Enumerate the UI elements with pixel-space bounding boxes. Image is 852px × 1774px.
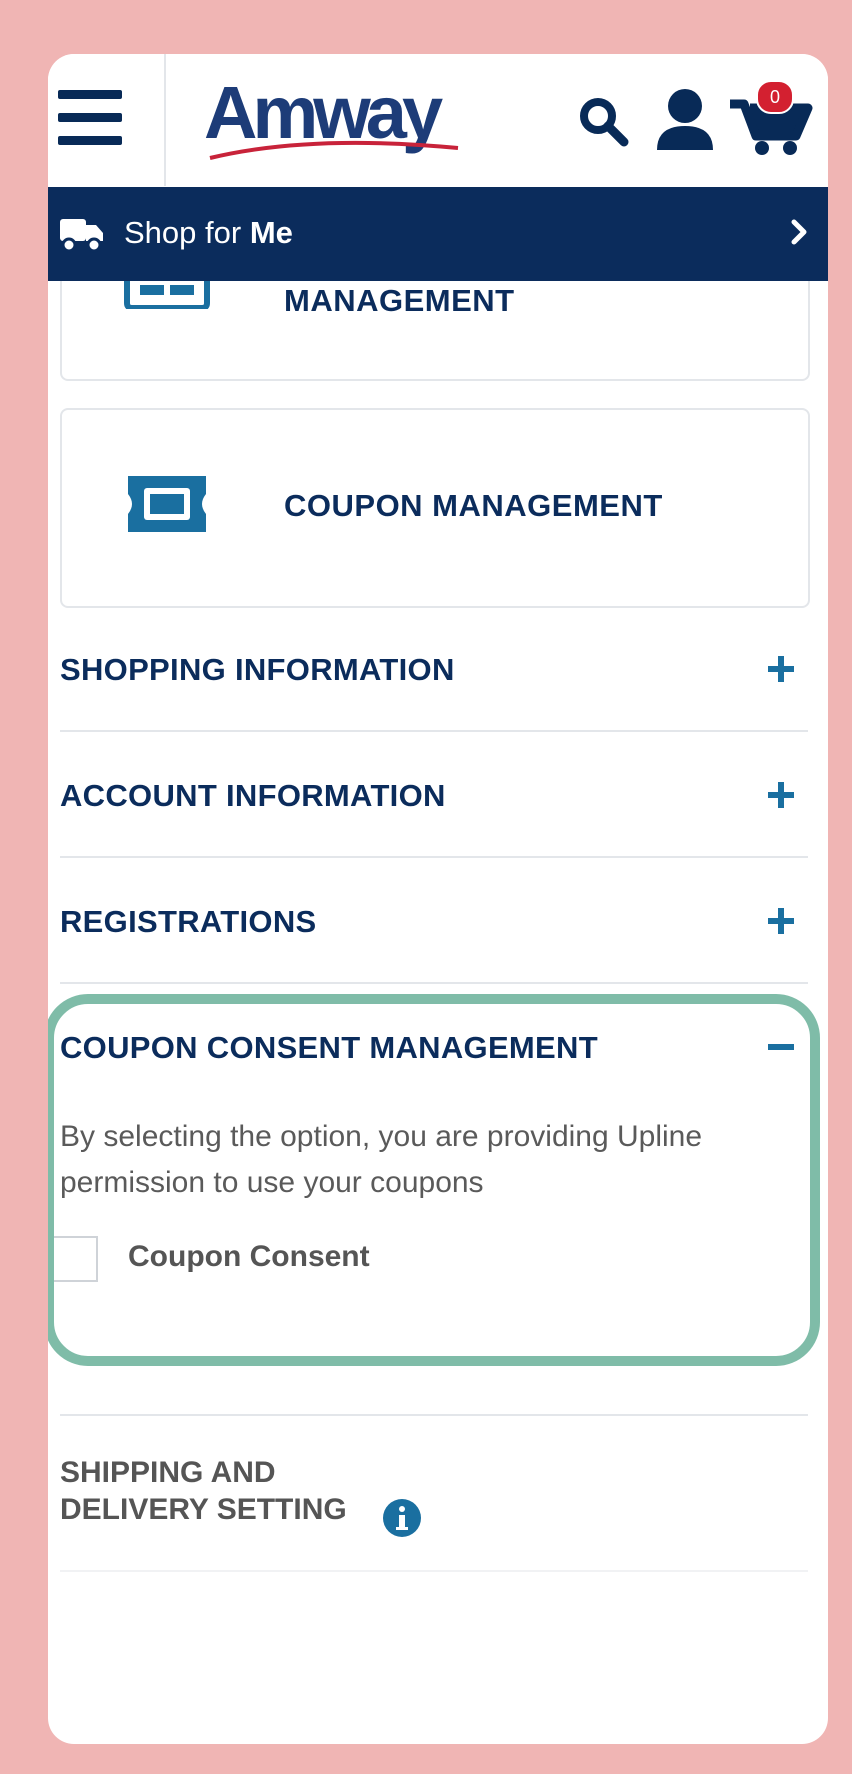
card-title-partial: MANAGEMENT (284, 283, 515, 318)
management-card-partial[interactable]: MANAGEMENT (60, 281, 810, 381)
truck-icon (60, 215, 104, 253)
screenshot-frame: Amway 0 Shop for Me MANAGEMENT COUPON MA… (0, 0, 852, 1774)
cart-count-badge: 0 (756, 80, 794, 114)
coupon-management-card[interactable]: COUPON MANAGEMENT (60, 408, 810, 608)
chevron-right-icon (790, 217, 810, 247)
card-icon (124, 281, 210, 314)
accordion-label: REGISTRATIONS (60, 904, 317, 939)
amway-logo[interactable]: Amway (190, 68, 460, 168)
divider (60, 1414, 808, 1416)
divider (60, 730, 808, 732)
shop-for-me-bar[interactable]: Shop for Me (48, 187, 828, 281)
shop-for-me-label: Shop for Me (124, 215, 293, 250)
account-icon[interactable] (654, 86, 716, 152)
ticket-icon (124, 474, 210, 539)
coupon-management-title: COUPON MANAGEMENT (284, 488, 663, 523)
info-icon[interactable] (382, 1498, 422, 1538)
plus-icon[interactable] (766, 780, 796, 810)
accordion-shopping-information[interactable]: SHOPPING INFORMATION (60, 608, 808, 732)
menu-icon[interactable] (58, 90, 122, 146)
accordion-registrations[interactable]: REGISTRATIONS (60, 860, 808, 984)
logo-swoosh (209, 140, 459, 160)
accordion-label: ACCOUNT INFORMATION (60, 778, 446, 813)
divider (60, 1570, 808, 1572)
header-divider (164, 54, 166, 186)
divider (60, 982, 808, 984)
accordion-label: SHOPPING INFORMATION (60, 652, 455, 687)
shipping-delivery-label: SHIPPING AND DELIVERY SETTING (60, 1456, 347, 1526)
search-icon[interactable] (576, 94, 632, 150)
site-header: Amway 0 (48, 54, 828, 186)
accordion-account-information[interactable]: ACCOUNT INFORMATION (60, 734, 808, 858)
phone-screen: Amway 0 Shop for Me MANAGEMENT COUPON MA… (48, 54, 828, 1744)
plus-icon[interactable] (766, 654, 796, 684)
divider (60, 856, 808, 858)
plus-icon[interactable] (766, 906, 796, 936)
highlight-outline (48, 994, 820, 1366)
